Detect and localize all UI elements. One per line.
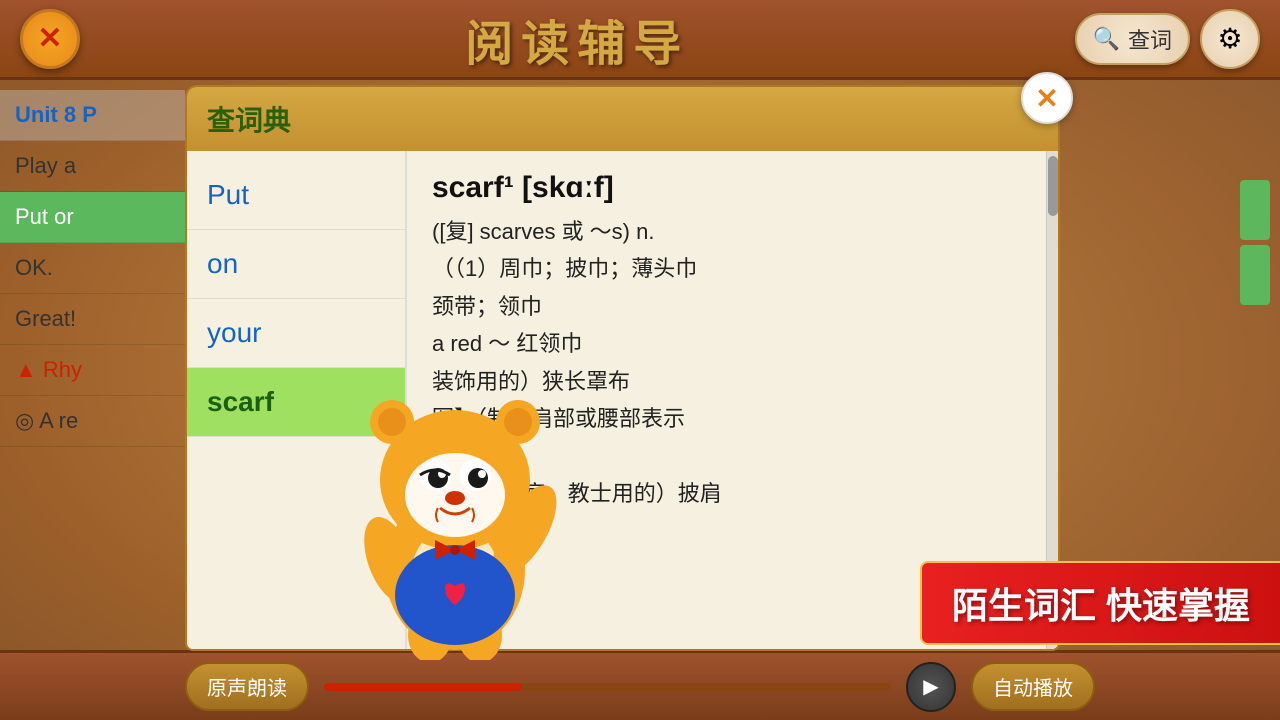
- top-right-controls: 🔍 查词 ⚙: [1075, 9, 1260, 69]
- sidebar-item-great[interactable]: Great!: [0, 294, 185, 345]
- right-block-2: [1240, 245, 1270, 305]
- dictionary-close-button[interactable]: ✕: [1021, 72, 1073, 124]
- app-title: 阅读辅导: [465, 4, 689, 74]
- definition-line3: 颈带；领巾: [432, 288, 1021, 325]
- search-icon: 🔍: [1093, 26, 1120, 52]
- sidebar-item-put-or[interactable]: Put or: [0, 192, 185, 243]
- settings-button[interactable]: ⚙: [1200, 9, 1260, 69]
- sidebar: Unit 8 P Play a Put or OK. Great! ▲ Rhy …: [0, 80, 185, 650]
- search-button[interactable]: 🔍 查词: [1075, 13, 1190, 65]
- bear-mascot: [330, 340, 580, 660]
- close-button[interactable]: ✕: [20, 9, 80, 69]
- definition-line1: ([复] scarves 或 ～s) n.: [432, 213, 1021, 250]
- top-bar: ✕ 阅读辅导 🔍 查词 ⚙: [0, 0, 1280, 80]
- audio-progress-bar[interactable]: [324, 683, 891, 691]
- bottom-bar: 原声朗读 ▶ 自动播放: [0, 650, 1280, 720]
- sidebar-item-rhy[interactable]: ▲ Rhy: [0, 345, 185, 396]
- definition-line2: （（1）周巾；披巾；薄头巾: [432, 250, 1021, 287]
- search-label: 查词: [1128, 23, 1172, 55]
- dictionary-title: 查词典: [207, 99, 291, 139]
- auto-play-button[interactable]: 自动播放: [971, 662, 1095, 711]
- sidebar-item-ok[interactable]: OK.: [0, 243, 185, 294]
- play-icon: ▶: [923, 674, 938, 699]
- right-block-1: [1240, 180, 1270, 240]
- word-item-on[interactable]: on: [187, 230, 405, 299]
- definition-word: scarf¹ [skɑːf]: [432, 171, 1021, 205]
- auto-play-label: 自动播放: [993, 678, 1073, 700]
- sidebar-item-play[interactable]: Play a: [0, 141, 185, 192]
- sidebar-item-unit[interactable]: Unit 8 P: [0, 90, 185, 141]
- scrollbar-thumb: [1048, 156, 1058, 216]
- read-aloud-button[interactable]: 原声朗读: [185, 662, 309, 711]
- settings-icon: ⚙: [1217, 22, 1242, 55]
- read-aloud-label: 原声朗读: [207, 678, 287, 700]
- dictionary-header: 查词典 ✕: [185, 85, 1060, 151]
- word-item-put[interactable]: Put: [187, 161, 405, 230]
- close-icon: ✕: [37, 21, 62, 56]
- sidebar-item-are[interactable]: ◎ A re: [0, 396, 185, 447]
- promo-text: 陌生词汇 快速掌握: [952, 585, 1250, 626]
- play-button[interactable]: ▶: [906, 662, 956, 712]
- audio-progress-fill: [324, 683, 522, 691]
- dict-close-icon: ✕: [1035, 82, 1058, 115]
- promo-banner: 陌生词汇 快速掌握: [920, 561, 1280, 645]
- right-blocks: [1240, 180, 1270, 305]
